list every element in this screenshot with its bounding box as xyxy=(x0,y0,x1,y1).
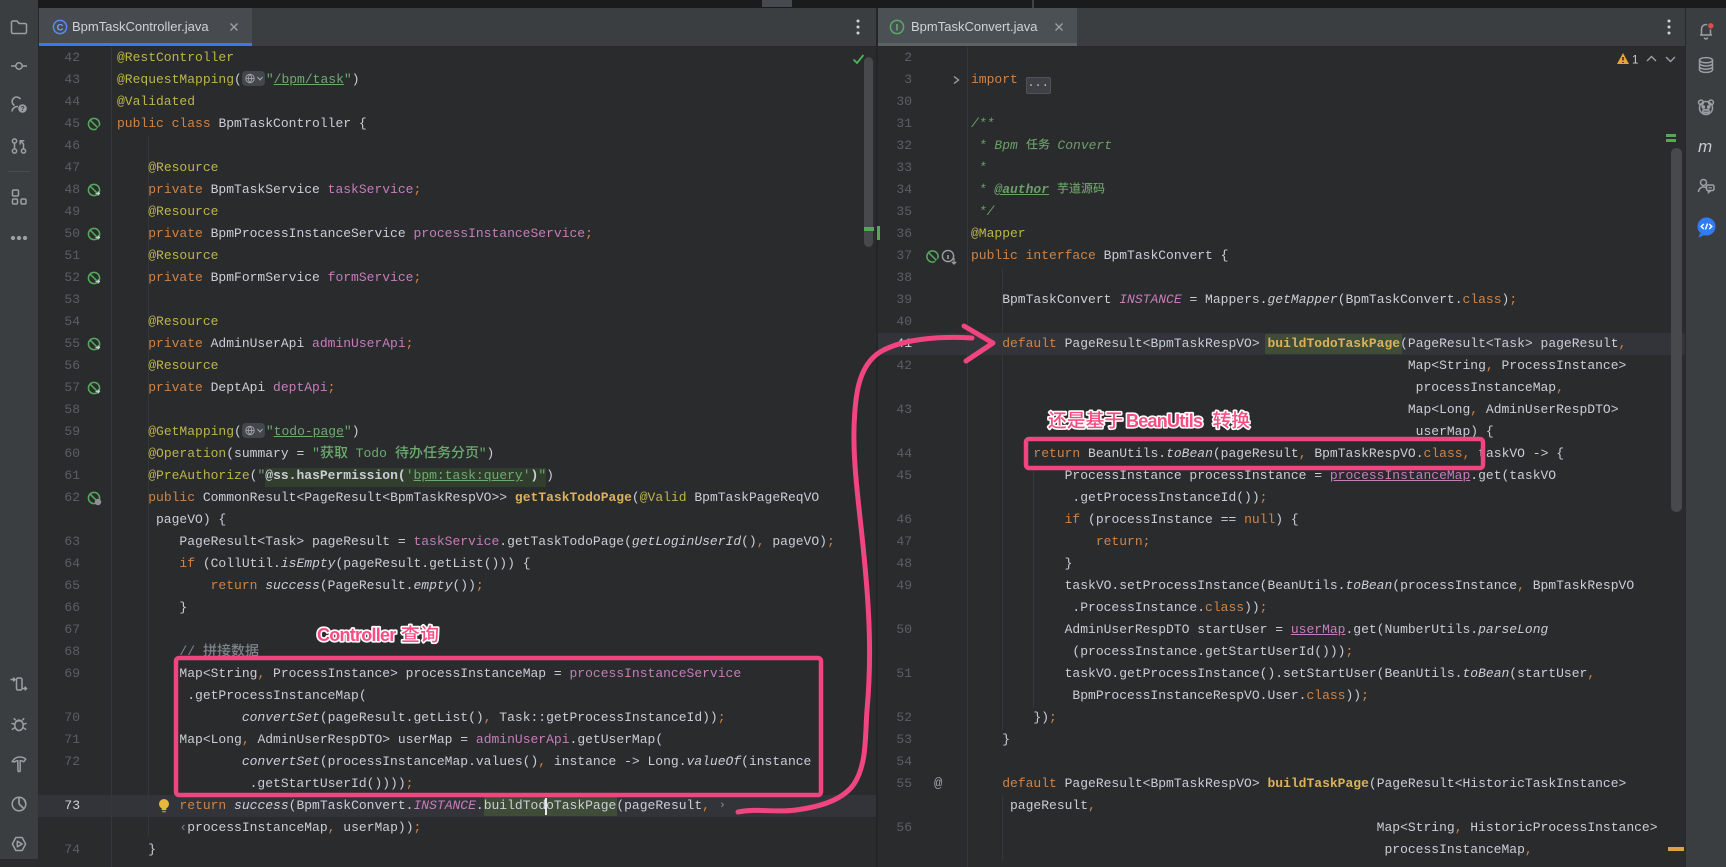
svg-text:Controller: Controller xyxy=(317,625,396,645)
svg-text:BeanUtils: BeanUtils xyxy=(1126,411,1203,431)
